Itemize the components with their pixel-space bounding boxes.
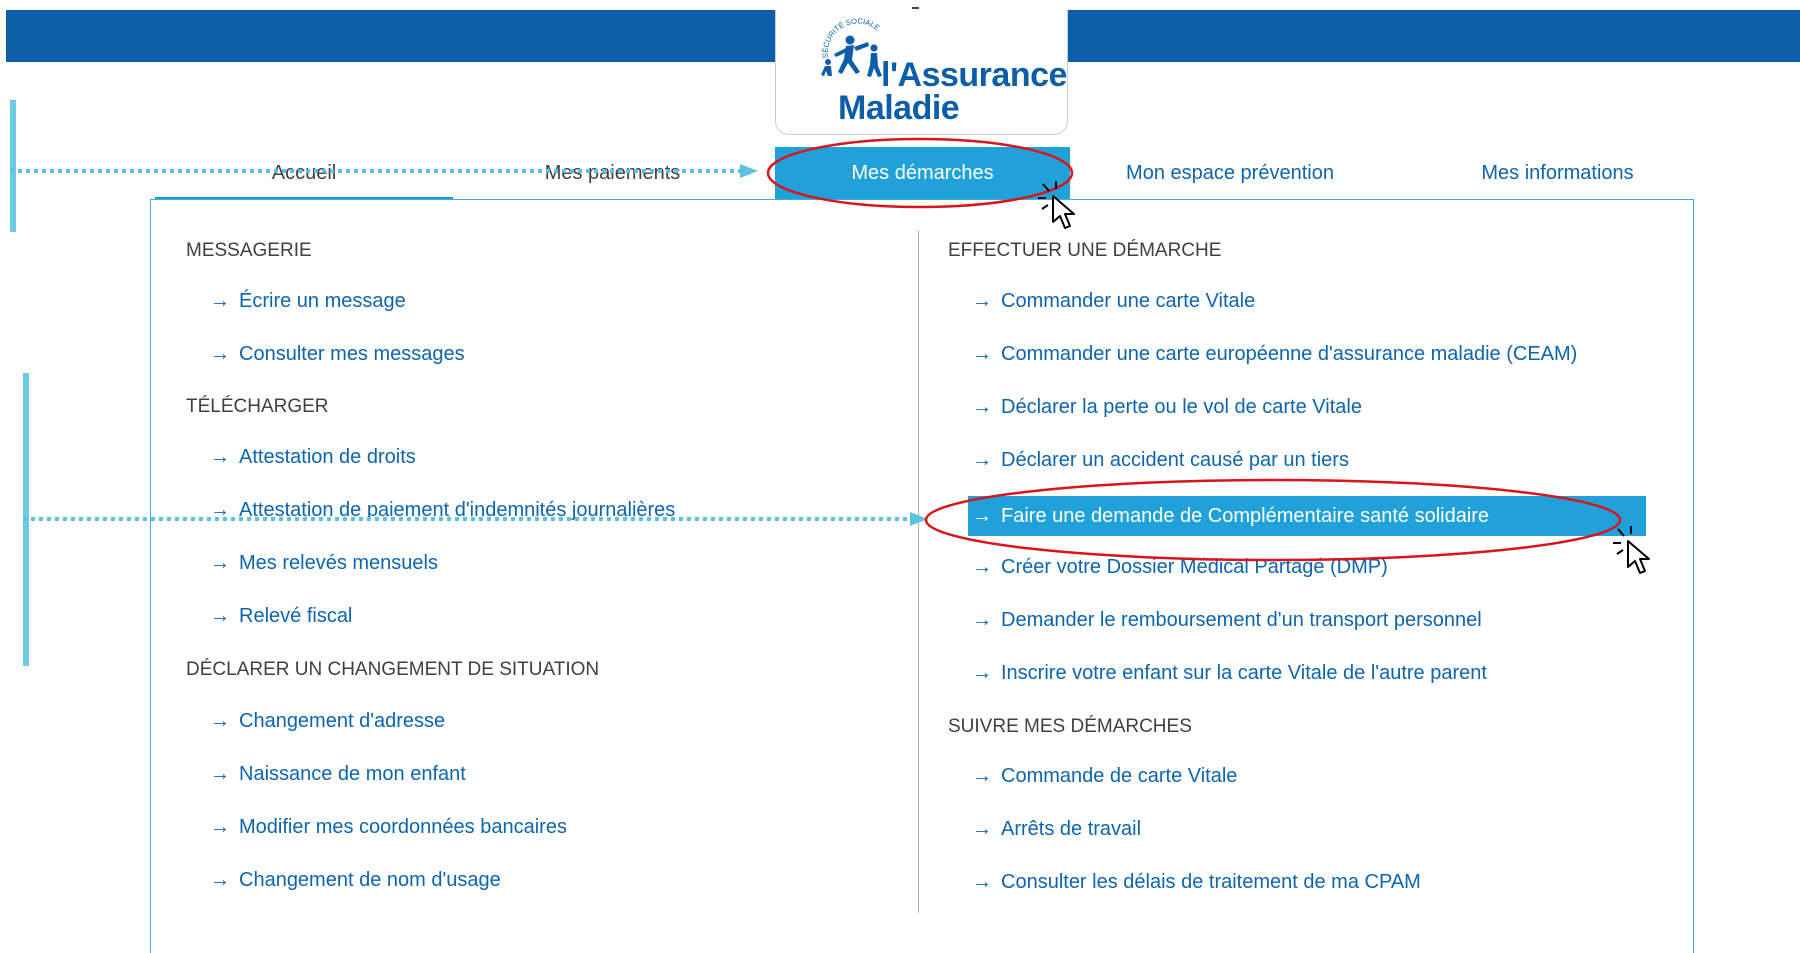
link-label: Demander le remboursement d'un transport…	[1001, 609, 1482, 631]
link-label: Commander une carte européenne d'assuran…	[1001, 343, 1578, 365]
link-creer-dmp[interactable]: → Créer votre Dossier Médical Partagé (DM…	[972, 556, 1388, 579]
link-inscrire-enfant-vitale[interactable]: → Inscrire votre enfant sur la carte Vita…	[972, 662, 1487, 685]
link-label: Faire une demande de Complémentaire sant…	[1001, 505, 1490, 527]
link-label: Modifier mes coordonnées bancaires	[239, 816, 567, 838]
arrow-right-icon: →	[972, 765, 992, 787]
link-label: Naissance de mon enfant	[239, 763, 466, 785]
link-label: Changement d'adresse	[239, 710, 446, 732]
arrow-right-icon: →	[210, 869, 230, 891]
arrow-right-icon: →	[210, 605, 230, 627]
link-complementaire-sante-solidaire[interactable]: → Faire une demande de Complémentaire san…	[968, 496, 1646, 536]
column-divider	[918, 230, 919, 913]
link-label: Mes relevés mensuels	[239, 552, 438, 574]
arrow-right-icon: →	[972, 871, 992, 893]
arrow-right-icon: →	[972, 609, 992, 631]
link-label: Changement de nom d'usage	[239, 869, 501, 891]
arrow-right-icon: →	[210, 446, 230, 468]
link-naissance-enfant[interactable]: → Naissance de mon enfant	[210, 763, 466, 786]
link-accident-tiers[interactable]: → Déclarer un accident causé par un tiers	[972, 449, 1349, 472]
tab-accueil[interactable]: Accueil	[155, 147, 453, 200]
link-ecrire-message[interactable]: → Écrire un message	[210, 290, 406, 313]
link-label: Consulter les délais de traitement de ma…	[1001, 871, 1421, 893]
link-label: Attestation de paiement d'indemnités jou…	[239, 499, 676, 521]
link-label: Commande de carte Vitale	[1001, 765, 1238, 787]
link-arrets-travail[interactable]: → Arrêts de travail	[972, 818, 1141, 841]
annotation-side-bar	[23, 373, 29, 666]
link-commander-ceam[interactable]: → Commander une carte européenne d'assura…	[972, 343, 1577, 366]
link-attestation-droits[interactable]: → Attestation de droits	[210, 446, 416, 469]
link-releves-mensuels[interactable]: → Mes relevés mensuels	[210, 552, 438, 575]
arrow-right-icon: →	[210, 552, 230, 574]
arrow-right-icon: →	[210, 290, 230, 312]
link-nom-usage[interactable]: → Changement de nom d'usage	[210, 869, 501, 892]
tab-mes-paiements[interactable]: Mes paiements	[470, 147, 755, 200]
arrow-right-icon: →	[972, 396, 992, 418]
section-title-telecharger: TÉLÉCHARGER	[186, 396, 329, 417]
tab-mes-demarches[interactable]: Mes démarches	[775, 147, 1070, 200]
annotation-side-bar	[10, 100, 16, 232]
link-commander-carte-vitale[interactable]: → Commander une carte Vitale	[972, 290, 1255, 313]
arrow-right-icon: →	[210, 499, 230, 521]
arrow-right-icon: →	[210, 710, 230, 732]
link-consulter-messages[interactable]: → Consulter mes messages	[210, 343, 465, 366]
arrow-right-icon: →	[972, 290, 992, 312]
section-title-messagerie: MESSAGERIE	[186, 240, 312, 261]
link-label: Inscrire votre enfant sur la carte Vital…	[1001, 662, 1487, 684]
section-title-suivre-demarches: SUIVRE MES DÉMARCHES	[948, 716, 1192, 737]
link-label: Arrêts de travail	[1001, 818, 1142, 840]
link-releve-fiscal[interactable]: → Relevé fiscal	[210, 605, 352, 628]
link-delais-traitement-cpam[interactable]: → Consulter les délais de traitement de m…	[972, 871, 1421, 894]
tab-mon-espace-prevention[interactable]: Mon espace prévention	[1075, 147, 1385, 200]
logo-tick	[912, 7, 919, 9]
link-attestation-paiement-ij[interactable]: → Attestation de paiement d'indemnités jo…	[210, 499, 675, 522]
link-coordonnees-bancaires[interactable]: → Modifier mes coordonnées bancaires	[210, 816, 567, 839]
arrow-right-icon: →	[972, 449, 992, 471]
arrow-right-icon: →	[210, 816, 230, 838]
arrow-right-icon: →	[210, 763, 230, 785]
section-title-changement-situation: DÉCLARER UN CHANGEMENT DE SITUATION	[186, 659, 600, 680]
link-label: Commander une carte Vitale	[1001, 290, 1256, 312]
link-perte-vol-carte[interactable]: → Déclarer la perte ou le vol de carte Vi…	[972, 396, 1362, 419]
arrow-right-icon: →	[210, 343, 230, 365]
link-label: Déclarer un accident causé par un tiers	[1001, 449, 1349, 471]
logo-title-line2: Maladie	[838, 89, 960, 127]
tab-mes-informations[interactable]: Mes informations	[1410, 147, 1705, 200]
link-remboursement-transport[interactable]: → Demander le remboursement d'un transpor…	[972, 609, 1482, 632]
link-label: Créer votre Dossier Médical Partagé (DMP…	[1001, 556, 1388, 578]
arrow-right-icon: →	[972, 818, 992, 840]
link-label: Attestation de droits	[239, 446, 416, 468]
arrow-right-icon: →	[972, 343, 992, 365]
link-label: Déclarer la perte ou le vol de carte Vit…	[1001, 396, 1362, 418]
section-title-effectuer-demarche: EFFECTUER UNE DÉMARCHE	[948, 240, 1222, 261]
link-label: Relevé fiscal	[239, 605, 353, 627]
link-commande-carte-vitale[interactable]: → Commande de carte Vitale	[972, 765, 1237, 788]
arrow-right-icon: →	[972, 556, 992, 578]
link-label: Consulter mes messages	[239, 343, 465, 365]
arrow-right-icon: →	[972, 505, 992, 527]
arrow-right-icon: →	[972, 662, 992, 684]
link-label: Écrire un message	[239, 290, 406, 312]
link-changement-adresse[interactable]: → Changement d'adresse	[210, 710, 445, 733]
